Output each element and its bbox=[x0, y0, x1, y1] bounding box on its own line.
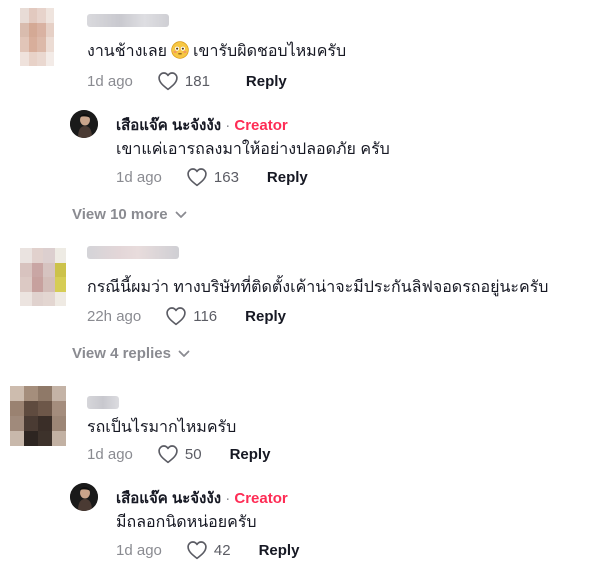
timestamp: 1d ago bbox=[116, 168, 162, 186]
flushed-face-icon bbox=[171, 41, 189, 59]
timestamp: 1d ago bbox=[116, 541, 162, 559]
view-more-replies-button[interactable]: View 4 replies bbox=[72, 345, 190, 362]
timestamp: 1d ago bbox=[87, 72, 133, 90]
like-count: 163 bbox=[213, 168, 239, 186]
like-count: 181 bbox=[184, 72, 210, 90]
comment-3: รถเป็นไรมากไหมครับ 1d ago 50 Reply เสือแ… bbox=[0, 378, 600, 573]
creator-avatar[interactable] bbox=[70, 483, 98, 511]
heart-icon bbox=[158, 72, 178, 91]
view-more-replies-button[interactable]: View 10 more bbox=[72, 206, 187, 223]
reply-button[interactable]: Reply bbox=[245, 308, 286, 325]
comment-meta: 1d ago 181 Reply bbox=[87, 70, 287, 92]
separator-dot: · bbox=[225, 490, 231, 507]
comment-text: กรณีนี้ผมว่า ทางบริษัทที่ติดตั้งเค้าน่าจ… bbox=[87, 279, 549, 296]
like-count: 116 bbox=[193, 307, 218, 325]
reply-button[interactable]: Reply bbox=[230, 446, 271, 463]
like-count: 50 bbox=[184, 445, 202, 463]
reply-button[interactable]: Reply bbox=[267, 169, 308, 186]
like-button[interactable]: 116 bbox=[165, 306, 217, 326]
avatar[interactable] bbox=[10, 386, 66, 446]
username-blurred[interactable] bbox=[87, 396, 119, 409]
creator-username[interactable]: เสือแจ๊ค นะจังงัง bbox=[116, 490, 221, 507]
heart-icon bbox=[187, 541, 207, 560]
chevron-down-icon bbox=[178, 350, 190, 357]
like-button[interactable]: 50 bbox=[157, 444, 202, 464]
comment-meta: 22h ago 116 Reply bbox=[87, 305, 286, 327]
comment-meta: 1d ago 50 Reply bbox=[87, 443, 270, 465]
view-more-label: View 4 replies bbox=[72, 345, 171, 362]
reply-button[interactable]: Reply bbox=[259, 542, 300, 559]
comment-text: รถเป็นไรมากไหมครับ bbox=[87, 419, 237, 436]
reply-text: มีถลอกนิดหน่อยครับ bbox=[116, 514, 257, 531]
comment-1: งานช้างเลย เขารับผิดชอบไหมครับ 1d ago 18… bbox=[0, 0, 600, 223]
like-button[interactable]: 163 bbox=[186, 167, 239, 187]
creator-username[interactable]: เสือแจ๊ค นะจังงัง bbox=[116, 117, 221, 134]
separator-dot: · bbox=[225, 117, 231, 134]
heart-icon bbox=[158, 445, 178, 464]
creator-name-line: เสือแจ๊ค นะจังงัง · Creator bbox=[116, 486, 288, 510]
reply-meta: 1d ago 42 Reply bbox=[116, 539, 299, 561]
timestamp: 1d ago bbox=[87, 445, 133, 463]
creator-name-line: เสือแจ๊ค นะจังงัง · Creator bbox=[116, 113, 288, 137]
creator-avatar[interactable] bbox=[70, 110, 98, 138]
username-blurred[interactable] bbox=[87, 14, 169, 27]
like-button[interactable]: 42 bbox=[186, 540, 231, 560]
comment-2: กรณีนี้ผมว่า ทางบริษัทที่ติดตั้งเค้าน่าจ… bbox=[0, 240, 600, 380]
creator-badge: Creator bbox=[234, 490, 288, 507]
creator-badge: Creator bbox=[234, 117, 288, 134]
timestamp: 22h ago bbox=[87, 307, 142, 325]
like-count: 42 bbox=[213, 541, 231, 559]
heart-icon bbox=[166, 307, 186, 326]
reply-meta: 1d ago 163 Reply bbox=[116, 166, 308, 188]
comment-text: งานช้างเลย เขารับผิดชอบไหมครับ bbox=[87, 41, 347, 60]
chevron-down-icon bbox=[175, 211, 187, 218]
reply-text: เขาแค่เอารถลงมาให้อย่างปลอดภัย ครับ bbox=[116, 141, 390, 158]
heart-icon bbox=[187, 168, 207, 187]
like-button[interactable]: 181 bbox=[157, 71, 210, 91]
username-blurred[interactable] bbox=[87, 246, 179, 259]
avatar[interactable] bbox=[20, 248, 66, 306]
avatar[interactable] bbox=[20, 8, 54, 66]
view-more-label: View 10 more bbox=[72, 206, 168, 223]
reply-button[interactable]: Reply bbox=[246, 73, 287, 90]
